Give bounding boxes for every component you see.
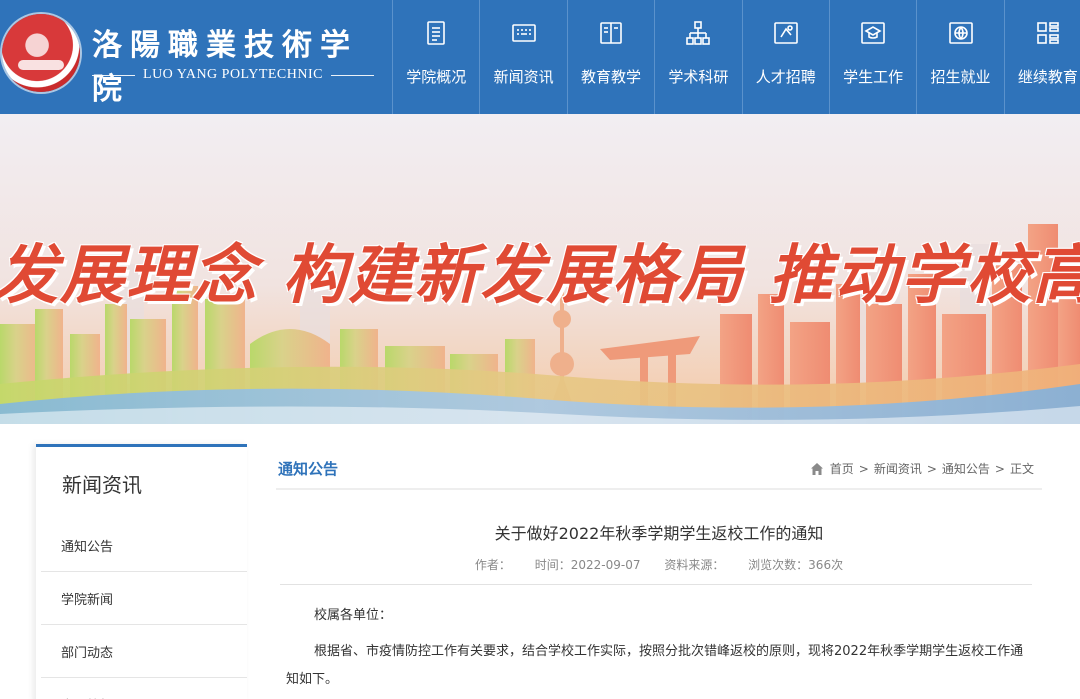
breadcrumb-separator: > [994,461,1005,476]
breadcrumb-news[interactable]: 新闻资讯 [874,460,922,477]
banner-slogan: 发展理念 构建新发展格局 推动学校高质 [0,239,1080,313]
nav-item-admissions[interactable]: 招生就业 [916,0,1003,114]
sidebar-title: 新闻资讯 [62,473,142,497]
section-title: 通知公告 [278,460,339,478]
school-english-name: LUO YANG POLYTECHNIC [92,66,374,84]
graduation-cap-icon [858,18,888,48]
breadcrumb-separator: > [858,461,869,476]
article-author: 作者： [474,558,511,572]
article-time: 时间：2022-09-07 [534,558,641,572]
breadcrumb: 首页 > 新闻资讯 > 通知公告 > 正文 [810,460,1034,477]
sidebar: 新闻资讯 通知公告 学院新闻 部门动态 电子校报 [28,444,248,699]
main-nav: 学院概况 新闻资讯 教育教学 学术科研 人才招聘 学生工作 招生就业 继续教育 [392,0,1080,114]
breadcrumb-notices[interactable]: 通知公告 [942,460,990,477]
site-header: 洛陽職業技術学院 LUO YANG POLYTECHNIC 学院概况 新闻资讯 … [0,0,1080,114]
article-title: 关于做好2022年秋季学期学生返校工作的通知 [494,524,824,543]
school-name: 洛陽職業技術学院 [92,28,358,107]
sidebar-item-college-news[interactable]: 学院新闻 [41,572,247,625]
keyboard-icon [509,18,539,48]
school-emblem-icon [2,14,80,92]
article-divider [280,584,1032,585]
article-meta: 作者： 时间：2022-09-07 资料来源： 浏览次数：366次 [276,556,1042,573]
home-icon [810,462,824,476]
nav-item-education[interactable]: 教育教学 [566,0,654,114]
article-source: 资料来源： [664,558,725,572]
globe-icon [946,18,976,48]
article-views: 浏览次数：366次 [748,558,844,572]
document-icon [421,18,451,48]
sidebar-item-department-news[interactable]: 部门动态 [41,625,247,678]
breadcrumb-separator: > [926,461,937,476]
card-icon [771,18,801,48]
sidebar-list: 通知公告 学院新闻 部门动态 电子校报 [41,519,247,699]
nav-item-student-affairs[interactable]: 学生工作 [828,0,916,114]
sidebar-item-notices[interactable]: 通知公告 [41,519,247,572]
nav-item-continuing-education[interactable]: 继续教育 [1003,0,1080,114]
nav-item-research[interactable]: 学术科研 [654,0,741,114]
nav-item-news[interactable]: 新闻资讯 [479,0,566,114]
hero-banner: 发展理念 构建新发展格局 推动学校高质 [0,114,1080,424]
section-header: 通知公告 首页 > 新闻资讯 > 通知公告 > 正文 [276,444,1042,490]
article-paragraph: 根据省、市疫情防控工作有关要求，结合学校工作实际，按照分批次错峰返校的原则，现将… [286,644,1024,687]
hierarchy-icon [683,18,713,48]
book-icon [596,18,626,48]
nav-item-about[interactable]: 学院概况 [392,0,479,114]
breadcrumb-home[interactable]: 首页 [830,460,854,477]
nav-item-recruitment[interactable]: 人才招聘 [741,0,829,114]
sidebar-panel: 新闻资讯 通知公告 学院新闻 部门动态 电子校报 [36,444,247,699]
logo-area[interactable]: 洛陽職業技術学院 LUO YANG POLYTECHNIC [0,0,392,114]
breadcrumb-current: 正文 [1009,462,1034,476]
article-greeting: 校属各单位： [314,608,393,623]
sidebar-item-e-newspaper[interactable]: 电子校报 [41,678,247,699]
grid-icon [1033,18,1063,48]
